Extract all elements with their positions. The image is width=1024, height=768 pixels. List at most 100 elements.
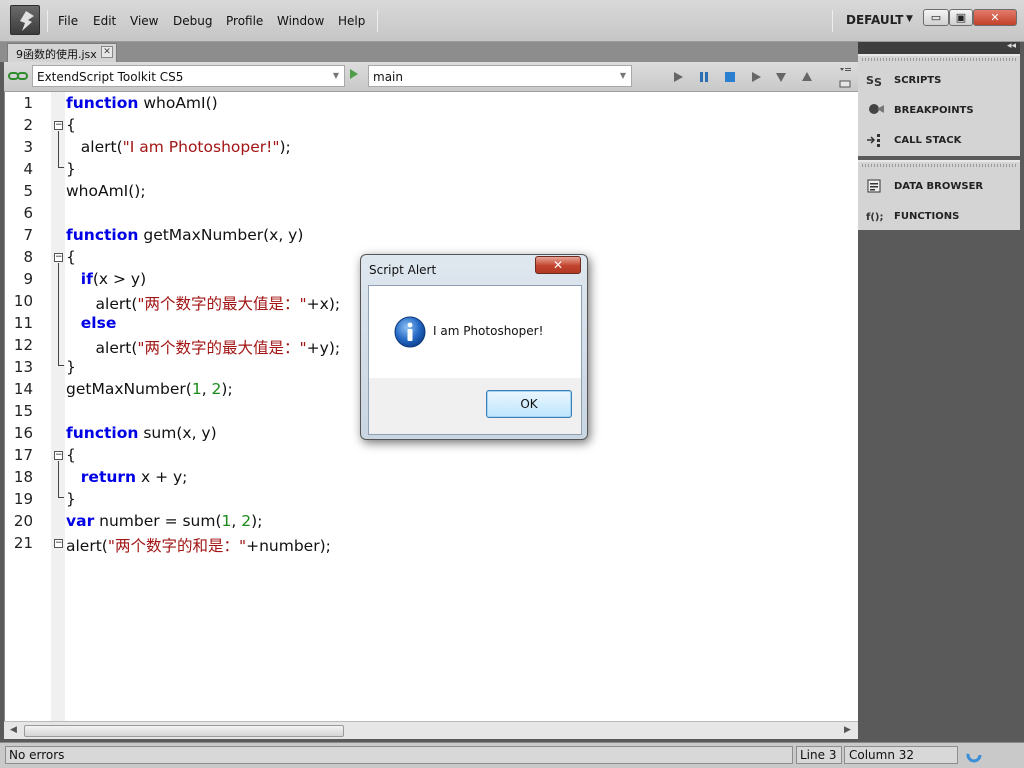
code-text: } (66, 490, 76, 508)
code-line[interactable]: function getMaxNumber(x, y) (66, 226, 303, 244)
code-line[interactable]: if(x > y) (66, 270, 146, 288)
engine-select[interactable]: main ▼ (368, 65, 632, 87)
menu-help[interactable]: Help (338, 14, 365, 28)
code-line[interactable]: function sum(x, y) (66, 424, 217, 442)
fold-toggle-icon[interactable]: − (54, 539, 63, 548)
code-line[interactable]: alert("两个数字的和是："+number); (66, 534, 331, 556)
code-line[interactable]: } (66, 358, 76, 376)
breakpoints-icon (866, 102, 886, 118)
fold-toggle-icon[interactable]: − (54, 451, 63, 460)
code-line[interactable]: { (66, 446, 76, 464)
line-number: 17 (13, 446, 33, 464)
code-line[interactable]: var number = sum(1, 2); (66, 512, 262, 530)
code-text: { (66, 446, 76, 464)
menu-window[interactable]: Window (277, 14, 324, 28)
code-number: 1 (191, 380, 202, 398)
document-tab[interactable]: 9函数的使用.jsx ✕ (7, 43, 117, 62)
minimize-button[interactable]: ▭ (923, 9, 949, 26)
code-line[interactable]: else (66, 314, 117, 332)
step-out-icon[interactable] (801, 71, 813, 83)
scripts-icon: SS (866, 72, 886, 89)
code-line[interactable]: function whoAmI() (66, 94, 218, 112)
info-icon (394, 316, 426, 348)
close-icon[interactable]: ✕ (101, 46, 113, 58)
menu-separator (377, 10, 378, 32)
code-number: 2 (211, 380, 222, 398)
code-keyword: function (66, 424, 139, 442)
code-line[interactable]: return x + y; (66, 468, 188, 486)
ok-button[interactable]: OK (486, 390, 572, 418)
step-into-icon[interactable] (775, 71, 787, 83)
panel-breakpoints-label: BREAKPOINTS (894, 105, 974, 116)
code-line[interactable]: { (66, 248, 76, 266)
line-number: 13 (13, 358, 33, 376)
code-line[interactable]: { (66, 116, 76, 134)
fold-line (58, 461, 59, 497)
run-icon[interactable] (350, 69, 358, 79)
panel-group-debug: SS SCRIPTS BREAKPOINTS CALL STACK (858, 54, 1020, 156)
scrollbar-thumb[interactable] (24, 725, 344, 737)
step-over-icon[interactable] (750, 71, 762, 83)
code-text: { (66, 248, 76, 266)
engine-value: main (373, 70, 403, 84)
svg-text:S: S (874, 76, 882, 88)
menu-edit[interactable]: Edit (93, 14, 116, 28)
line-number: 20 (13, 512, 33, 530)
data-browser-icon (866, 178, 886, 194)
code-text: getMaxNumber(x, y) (138, 226, 304, 244)
menu-separator (832, 10, 833, 32)
target-app-select[interactable]: ExtendScript Toolkit CS5 ▼ (32, 65, 345, 87)
line-number: 10 (13, 292, 33, 310)
code-line[interactable]: whoAmI(); (66, 182, 146, 200)
panel-data-browser-label: DATA BROWSER (894, 181, 984, 192)
code-line[interactable]: alert("I am Photoshoper!"); (66, 138, 291, 156)
play-icon[interactable] (672, 71, 684, 83)
code-line[interactable]: alert("两个数字的最大值是："+y); (66, 336, 341, 358)
menu-profile[interactable]: Profile (226, 14, 263, 28)
status-message: No errors (5, 746, 793, 764)
code-line[interactable]: } (66, 160, 76, 178)
code-keyword: else (80, 314, 117, 332)
stop-icon[interactable] (724, 71, 736, 83)
code-line[interactable]: getMaxNumber(1, 2); (66, 380, 233, 398)
pause-icon[interactable] (698, 71, 710, 83)
menu-debug[interactable]: Debug (173, 14, 212, 28)
dialog-close-button[interactable]: ✕ (535, 256, 581, 274)
chevron-down-icon[interactable]: ▼ (906, 14, 913, 24)
code-keyword: function (66, 226, 139, 244)
fold-toggle-icon[interactable]: − (54, 253, 63, 262)
status-line: Line 3 (796, 746, 842, 764)
debug-toolbar: ExtendScript Toolkit CS5 ▼ main ▼ (4, 62, 858, 92)
workspace-switcher[interactable]: DEFAULT (846, 13, 904, 27)
dialog-message: I am Photoshoper! (433, 324, 544, 338)
scroll-left-icon[interactable]: ◀ (10, 725, 17, 735)
code-line[interactable]: alert("两个数字的最大值是："+x); (66, 292, 341, 314)
code-string: "两个数字的最大值是：" (137, 339, 307, 357)
status-column: Column 32 (844, 746, 958, 764)
code-text: +y); (306, 339, 341, 357)
maximize-button[interactable]: ▣ (949, 9, 973, 26)
menu-file[interactable]: File (58, 14, 78, 28)
dialog-body: I am Photoshoper! OK (368, 285, 582, 435)
chevron-down-icon: ▼ (619, 71, 626, 80)
svg-text:f();: f(); (866, 212, 884, 223)
horizontal-scrollbar[interactable]: ◀ ▶ (4, 721, 858, 739)
panel-menu-icon[interactable] (838, 65, 852, 89)
code-text: { (66, 116, 76, 134)
code-line[interactable]: } (66, 490, 76, 508)
code-string: "两个数字的和是：" (107, 537, 247, 555)
menu-view[interactable]: View (130, 14, 158, 28)
scroll-right-icon[interactable]: ▶ (844, 725, 851, 735)
code-keyword: if (80, 270, 93, 288)
line-number: 11 (13, 314, 33, 332)
document-tab-label: 9函数的使用.jsx (16, 48, 97, 61)
code-text: getMaxNumber( (66, 380, 192, 398)
line-number: 14 (13, 380, 33, 398)
collapse-panels-icon[interactable]: ◂◂ (1007, 41, 1016, 51)
code-text: alert( (66, 138, 123, 156)
fold-toggle-icon[interactable]: − (54, 121, 63, 130)
close-window-button[interactable]: ✕ (973, 9, 1017, 26)
link-icon[interactable] (8, 70, 28, 82)
